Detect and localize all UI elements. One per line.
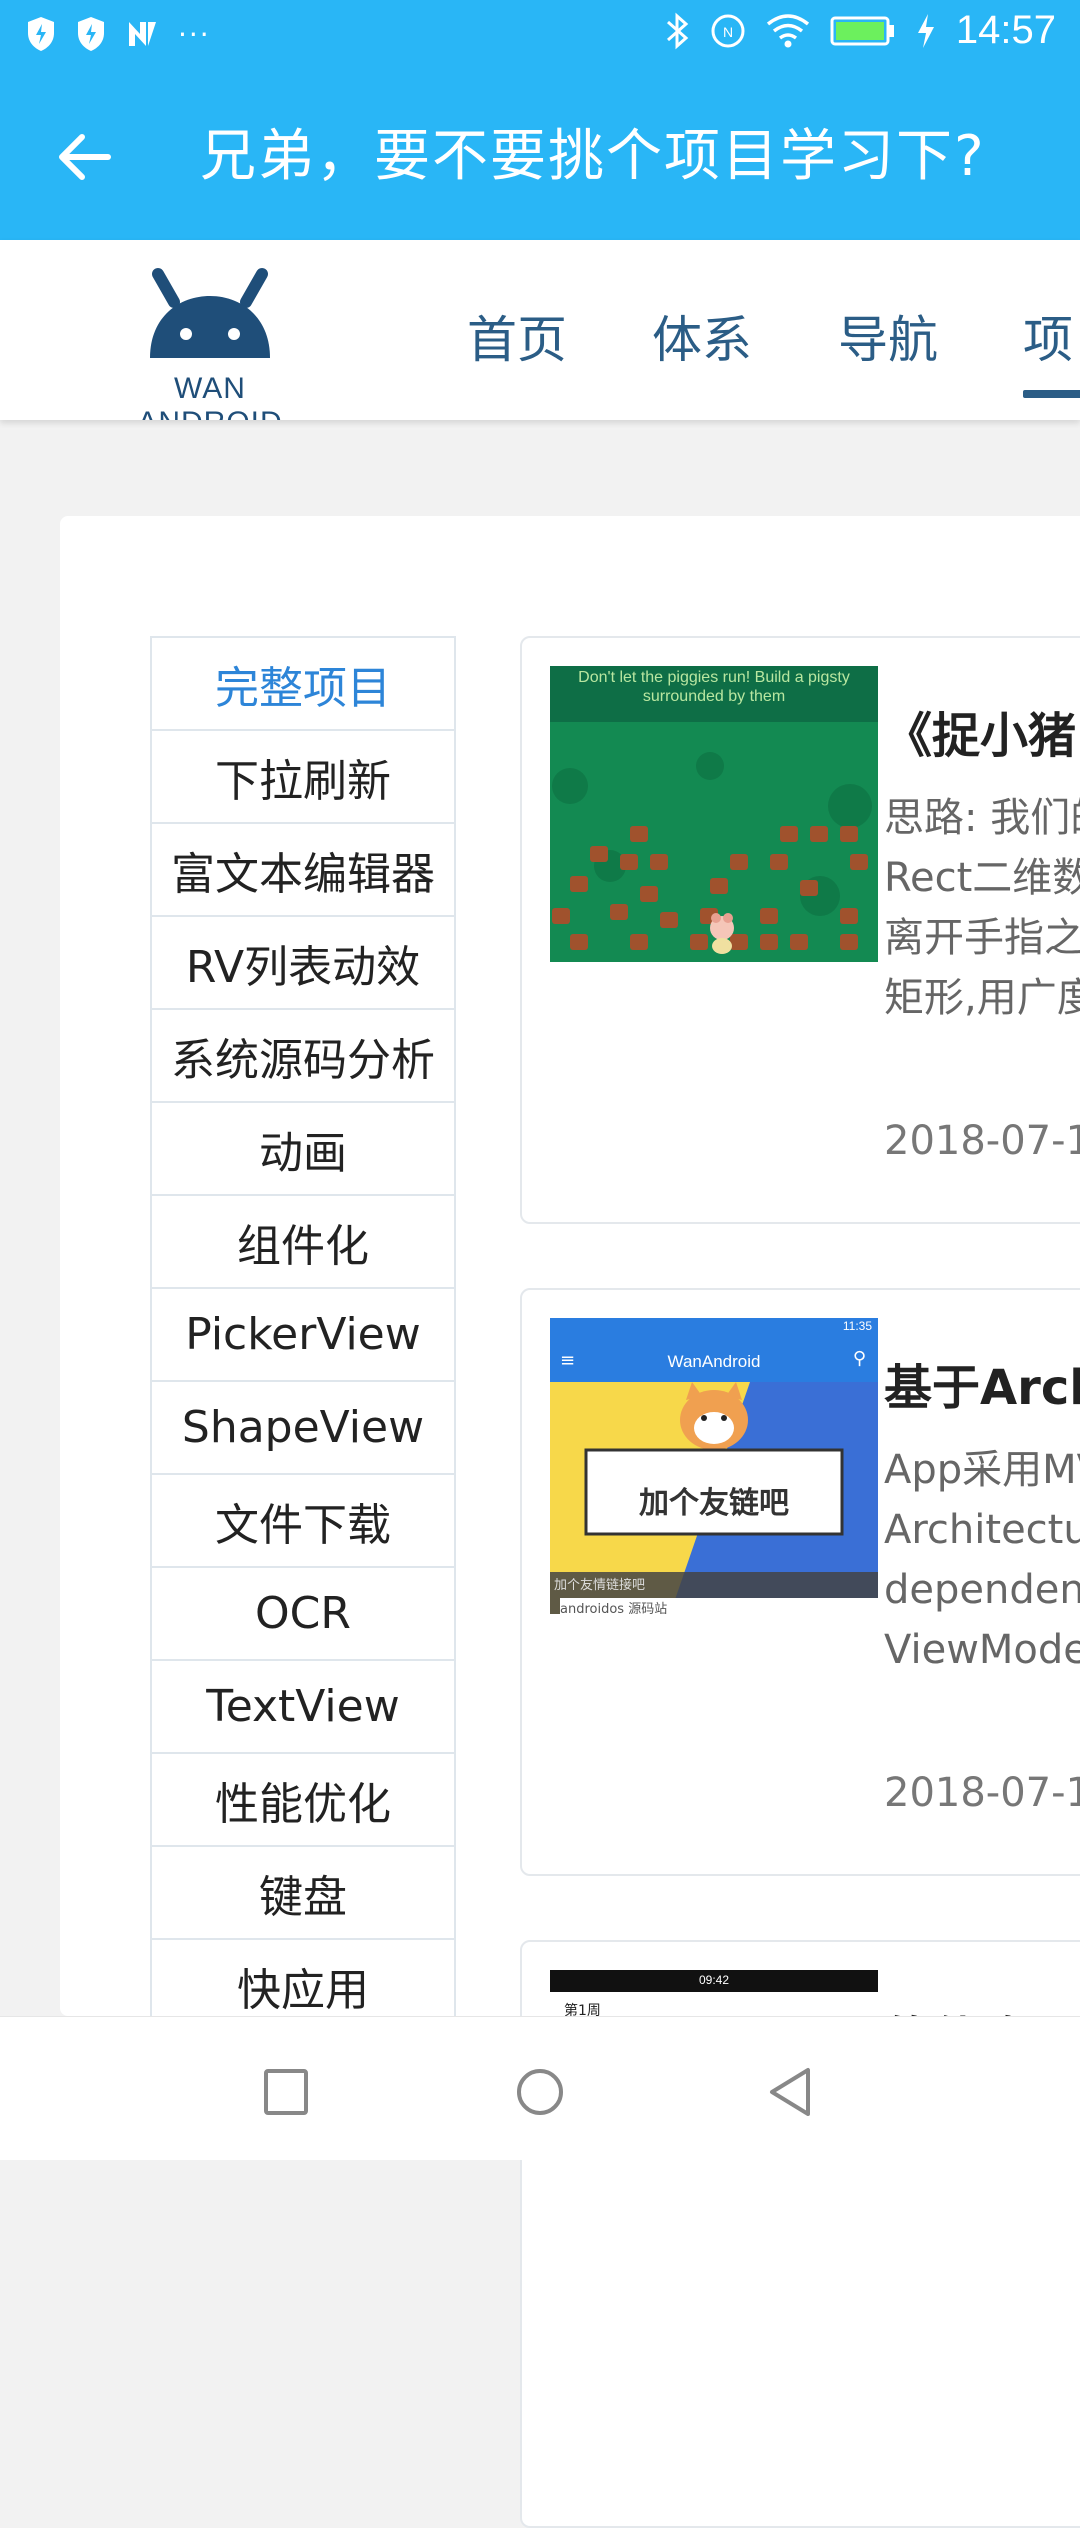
shield-icon <box>28 17 54 51</box>
thumbnail-status-time: 09:42 <box>698 1973 730 1987</box>
wan-android-logo[interactable]: WAN ANDROID <box>100 254 330 420</box>
thumbnail-app-title: WanAndroid <box>667 1352 761 1371</box>
project-description: App采用MV Architectur dependenc ViewMode <box>884 1440 1080 1680</box>
recent-apps-icon[interactable] <box>252 2057 322 2127</box>
project-card[interactable]: 11:35 ≡ WanAndroid ⚲ 加个友链吧 加个友情链接吧 andro… <box>520 1288 1080 1876</box>
project-date: 2018-07-16 <box>884 1770 1080 1816</box>
description-line: 思路: 我们的 <box>884 795 1080 841</box>
project-thumbnail: 11:35 ≡ WanAndroid ⚲ 加个友链吧 加个友情链接吧 andro… <box>550 1318 878 1614</box>
status-right-icons: N 14:57 <box>664 8 1056 53</box>
android-logo-icon <box>150 268 270 358</box>
back-icon[interactable] <box>756 2057 826 2127</box>
tab-project[interactable]: 项 <box>1023 300 1073 372</box>
app-bar: 兄弟，要不要挑个项目学习下? <box>0 72 1080 240</box>
wifi-icon <box>766 13 809 47</box>
banner-text: 加个友链吧 <box>639 1486 789 1521</box>
project-thumbnail: Don't let the piggies run! Build a pigst… <box>550 666 878 962</box>
category-item[interactable]: 组件化 <box>150 1194 456 1287</box>
project-date: 2018-07-18 <box>884 1118 1080 1164</box>
category-item[interactable]: 文件下载 <box>150 1473 456 1566</box>
system-nav-bar <box>0 2016 1080 2160</box>
project-card[interactable]: Don't let the piggies run! Build a pigst… <box>520 636 1080 1224</box>
category-list: 完整项目 下拉刷新 富文本编辑器 RV列表动效 系统源码分析 动画 组件化 Pi… <box>150 636 456 2031</box>
category-item[interactable]: 完整项目 <box>150 636 456 729</box>
bluetooth-icon <box>666 12 689 49</box>
category-item[interactable]: 富文本编辑器 <box>150 822 456 915</box>
svg-text:N: N <box>723 24 733 40</box>
status-bar: ··· N 14:57 <box>0 0 1080 72</box>
thumbnail-footer: 加个友情链接吧 <box>554 1578 646 1593</box>
description-line: 矩形,用广度 <box>884 975 1080 1021</box>
category-item[interactable]: 系统源码分析 <box>150 1008 456 1101</box>
category-item[interactable]: 动画 <box>150 1101 456 1194</box>
category-item[interactable]: OCR <box>150 1566 456 1659</box>
tab-navigation[interactable]: 导航 <box>838 300 938 372</box>
tab-home[interactable]: 首页 <box>467 300 567 372</box>
logo-text: WAN ANDROID <box>137 372 281 420</box>
category-item[interactable]: PickerView <box>150 1287 456 1380</box>
description-line: 离开手指之 <box>884 915 1080 961</box>
status-left-icons: ··· <box>26 16 211 52</box>
n-icon <box>129 22 156 46</box>
charging-icon <box>917 13 934 48</box>
top-nav: WAN ANDROID 首页 体系 导航 项 <box>0 240 1080 420</box>
page-title: 兄弟，要不要挑个项目学习下? <box>200 124 986 189</box>
tab-system[interactable]: 体系 <box>652 300 752 372</box>
game-board-illustration <box>552 752 872 954</box>
category-item[interactable]: RV列表动效 <box>150 915 456 1008</box>
category-item[interactable]: ShapeView <box>150 1380 456 1473</box>
description-line: Architectur <box>884 1507 1080 1553</box>
description-line: Rect二维数 <box>884 855 1080 901</box>
description-line: App采用MV <box>884 1447 1080 1493</box>
active-tab-indicator <box>1023 390 1080 398</box>
category-item[interactable]: TextView <box>150 1659 456 1752</box>
description-line: ViewMode <box>884 1627 1080 1673</box>
category-item[interactable]: 性能优化 <box>150 1752 456 1845</box>
thumbnail-status-time: 11:35 <box>842 1319 872 1333</box>
project-title[interactable]: 基于Arch <box>884 1348 1080 1418</box>
thumbnail-search-icon: ⚲ <box>852 1348 866 1369</box>
back-arrow-icon[interactable] <box>50 122 120 192</box>
battery-icon <box>830 16 894 45</box>
description-line: dependenc <box>884 1567 1080 1613</box>
thumbnail-row: androidos 源码站 <box>560 1598 878 1614</box>
shield-icon <box>78 17 104 51</box>
more-icon: ··· <box>178 17 211 51</box>
category-item[interactable]: 键盘 <box>150 1845 456 1938</box>
project-description: 思路: 我们的 Rect二维数 离开手指之 矩形,用广度 <box>884 788 1080 1028</box>
project-title[interactable]: 《捉小猪 <box>884 696 1076 766</box>
nfc-icon: N <box>711 14 745 47</box>
status-time: 14:57 <box>955 8 1056 52</box>
home-icon[interactable] <box>505 2057 575 2127</box>
category-item[interactable]: 下拉刷新 <box>150 729 456 822</box>
